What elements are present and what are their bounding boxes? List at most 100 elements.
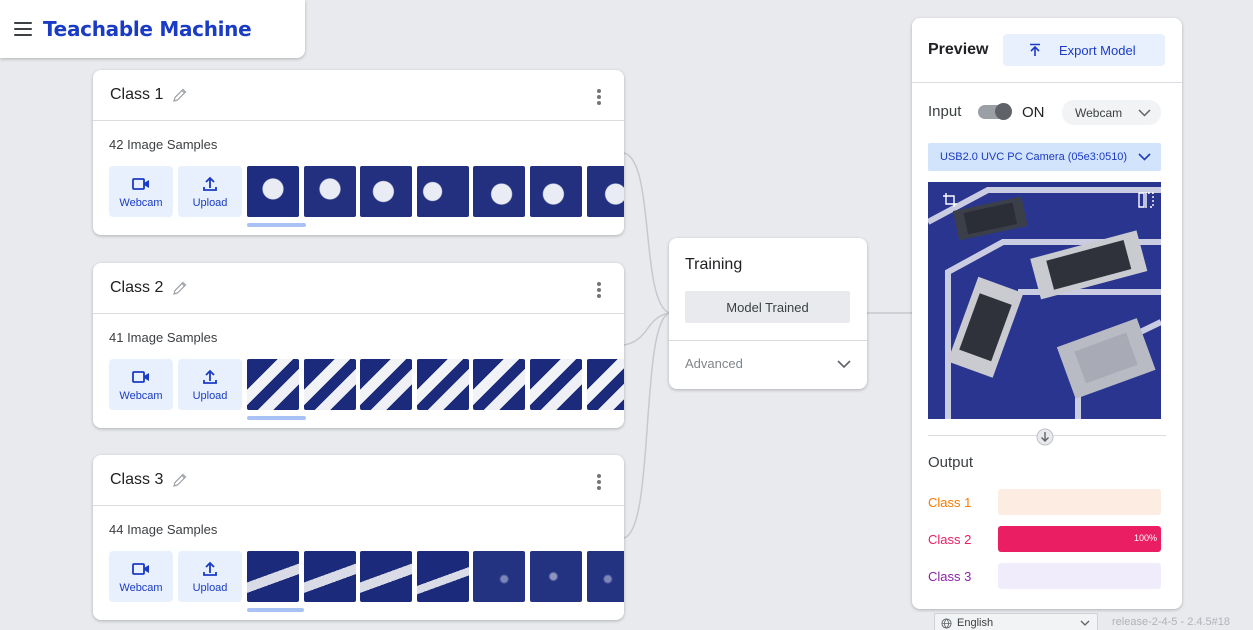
sample-thumbnail[interactable] [587,551,624,602]
class-card-1: Class 1 42 Image Samples Webcam Upload [93,70,624,235]
upload-icon [203,561,217,576]
sample-count: 42 Image Samples [109,137,218,152]
edit-pencil-icon[interactable] [172,280,188,296]
sample-thumbnails [247,551,624,602]
sample-thumbnail[interactable] [417,359,469,410]
training-card: Training Model Trained Advanced [669,238,867,389]
toggle-knob [995,103,1012,120]
language-select[interactable]: English [934,613,1098,630]
app-title[interactable]: Teachable Machine [43,17,252,41]
sample-thumbnail[interactable] [304,551,356,602]
class-card-header: Class 3 [93,455,624,506]
webcam-preview [928,182,1161,419]
flip-icon[interactable] [1137,192,1155,208]
chevron-down-icon [1138,153,1151,161]
sample-thumbnail[interactable] [473,359,525,410]
crop-icon[interactable] [942,192,958,208]
camera-select[interactable]: USB2.0 UVC PC Camera (05e3:0510) [928,143,1161,171]
sample-thumbnail[interactable] [530,359,582,410]
sample-thumbnail[interactable] [247,551,299,602]
output-class-name: Class 1 [928,495,972,510]
sample-thumbnail[interactable] [360,166,412,217]
sample-thumbnails [247,166,624,217]
sample-thumbnail[interactable] [360,359,412,410]
edit-pencil-icon[interactable] [172,87,188,103]
webcam-button[interactable]: Webcam [109,551,173,602]
sample-thumbnail[interactable] [473,166,525,217]
sample-count: 44 Image Samples [109,522,218,537]
webcam-button[interactable]: Webcam [109,166,173,217]
scroll-indicator[interactable] [247,416,306,420]
output-row: Class 3 [928,563,1161,589]
scroll-indicator[interactable] [247,223,306,227]
input-source-select[interactable]: Webcam [1062,100,1161,125]
train-model-button[interactable]: Model Trained [685,291,850,323]
sample-thumbnail[interactable] [417,166,469,217]
confidence-bar: 100% [998,526,1161,552]
upload-button[interactable]: Upload [178,551,242,602]
arrow-down-circle-icon[interactable] [1036,428,1054,446]
webcam-label: Webcam [119,197,163,209]
webcam-frame [928,182,1161,419]
sample-thumbnail[interactable] [360,551,412,602]
sample-thumbnail[interactable] [304,166,356,217]
output-class-name: Class 2 [928,532,972,547]
preview-title: Preview [928,41,989,58]
output-label: Output [928,454,974,471]
edit-pencil-icon[interactable] [172,472,188,488]
sample-count: 41 Image Samples [109,330,218,345]
chevron-down-icon [1138,109,1151,117]
export-label: Export Model [1059,42,1136,58]
upload-button[interactable]: Upload [178,359,242,410]
chevron-down-icon[interactable] [837,357,851,371]
class-card-header: Class 2 [93,263,624,314]
scroll-indicator[interactable] [247,608,304,612]
webcam-label: Webcam [119,390,163,402]
input-source-value: Webcam [1075,105,1123,120]
more-options-icon[interactable] [597,474,601,490]
release-version: release-2-4-5 - 2.4.5#18 [1112,616,1231,628]
video-camera-icon [132,371,149,383]
more-options-icon[interactable] [597,89,601,105]
sample-thumbnail[interactable] [530,166,582,217]
upload-label: Upload [192,582,228,594]
video-camera-icon [132,178,149,190]
sample-thumbnail[interactable] [587,166,624,217]
sample-thumbnail[interactable] [587,359,624,410]
more-options-icon[interactable] [597,282,601,298]
advanced-toggle[interactable]: Advanced [685,356,743,371]
confidence-percent: 100% [1133,533,1157,543]
class-card-header: Class 1 [93,70,624,121]
sample-thumbnail[interactable] [473,551,525,602]
input-label: Input [928,103,962,120]
menu-icon[interactable] [14,22,32,36]
upload-icon [203,176,217,191]
output-row: Class 2 100% [928,526,1161,552]
sample-thumbnail[interactable] [247,166,299,217]
class-name[interactable]: Class 1 [110,86,163,104]
webcam-label: Webcam [119,582,163,594]
input-toggle[interactable] [978,103,1012,120]
upload-label: Upload [192,197,228,209]
sample-thumbnail[interactable] [417,551,469,602]
class-name[interactable]: Class 2 [110,279,163,297]
export-model-button[interactable]: Export Model [1003,34,1165,66]
globe-icon [941,618,952,629]
sample-thumbnail[interactable] [530,551,582,602]
sample-thumbnail[interactable] [247,359,299,410]
class-name[interactable]: Class 3 [110,471,163,489]
sample-thumbnail[interactable] [304,359,356,410]
upload-button[interactable]: Upload [178,166,242,217]
training-title: Training [685,256,743,273]
video-camera-icon [132,563,149,575]
class-card-2: Class 2 41 Image Samples Webcam Upload [93,263,624,428]
export-icon [1030,43,1040,56]
divider [912,82,1182,83]
upload-icon [203,369,217,384]
webcam-button[interactable]: Webcam [109,359,173,410]
app-bar: Teachable Machine [0,0,305,58]
confidence-bar [998,563,1161,589]
divider [669,340,867,341]
preview-panel: Preview Export Model Input ON Webcam USB… [912,18,1182,609]
camera-value: USB2.0 UVC PC Camera (05e3:0510) [940,151,1128,163]
